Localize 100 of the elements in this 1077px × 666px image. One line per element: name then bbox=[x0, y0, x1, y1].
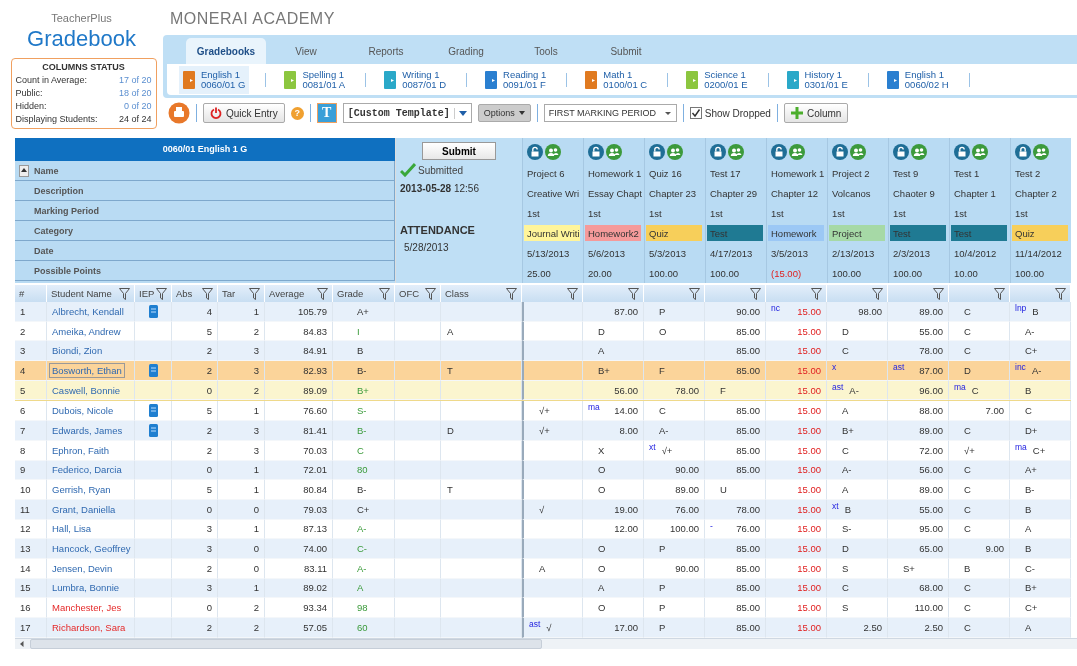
unlocked-lock-icon[interactable] bbox=[954, 143, 970, 160]
document-icon[interactable] bbox=[148, 363, 158, 377]
student-row[interactable]: 7 Edwards, James 2 3 81.41 B- D √+ 8.00 A- 85.00 15.00 B+ 89.00 C D+ bbox=[15, 421, 1071, 441]
student-name-link[interactable]: Grant, Daniella bbox=[50, 502, 118, 516]
table-cell[interactable]: A bbox=[598, 582, 605, 594]
table-cell[interactable]: 89.00 bbox=[919, 305, 943, 317]
unlocked-lock-icon[interactable] bbox=[832, 143, 848, 160]
table-cell[interactable]: √+ bbox=[539, 405, 550, 417]
table-cell[interactable]: 17.00 bbox=[614, 621, 638, 633]
table-cell[interactable]: A bbox=[539, 562, 546, 574]
table-cell[interactable]: S bbox=[842, 562, 849, 574]
table-cell[interactable]: √ bbox=[539, 503, 545, 515]
student-row[interactable]: 15 Lumbra, Bonnie 3 1 89.02 A A P 85.00 15.00 C 68.00 C B+ bbox=[15, 578, 1071, 599]
column-header[interactable]: Class bbox=[445, 288, 469, 299]
table-cell[interactable]: 85.00 bbox=[736, 444, 760, 456]
table-cell[interactable]: F bbox=[659, 364, 665, 376]
table-cell[interactable]: 15.00 bbox=[797, 444, 821, 456]
scroll-left-icon[interactable] bbox=[18, 639, 26, 648]
table-cell[interactable]: 56.00 bbox=[614, 384, 638, 396]
table-cell[interactable]: 85.00 bbox=[736, 464, 760, 476]
student-row[interactable]: 3 Biondi, Zion 2 3 84.91 B A 85.00 15.00 C 78.00 C C+ bbox=[15, 341, 1071, 362]
table-cell[interactable]: √ bbox=[546, 621, 552, 633]
table-cell[interactable]: P bbox=[659, 602, 666, 614]
table-cell[interactable]: O bbox=[598, 602, 606, 614]
table-cell[interactable]: A bbox=[842, 484, 849, 496]
filter-icon[interactable] bbox=[425, 287, 436, 300]
table-cell[interactable]: 19.00 bbox=[614, 503, 638, 515]
table-cell[interactable]: 56.00 bbox=[919, 464, 943, 476]
people-icon[interactable] bbox=[728, 143, 744, 160]
table-cell[interactable]: 15.00 bbox=[797, 464, 821, 476]
student-row[interactable]: 4 Bosworth, Ethan 2 3 82.93 B- T B+ F 85.00 15.00 x ast 87.00 D inc A- bbox=[15, 361, 1071, 381]
table-cell[interactable]: A bbox=[1025, 523, 1032, 535]
table-cell[interactable]: 89.00 bbox=[919, 484, 943, 496]
table-cell[interactable]: 15.00 bbox=[797, 543, 821, 555]
table-cell[interactable]: 15.00 bbox=[797, 582, 821, 594]
table-cell[interactable]: A bbox=[598, 345, 605, 357]
table-cell[interactable]: S- bbox=[842, 523, 852, 535]
student-name-link[interactable]: Jensen, Devin bbox=[50, 561, 115, 575]
document-icon[interactable] bbox=[148, 304, 158, 318]
table-cell[interactable]: 85.00 bbox=[736, 405, 760, 417]
table-cell[interactable]: 85.00 bbox=[736, 582, 760, 594]
table-cell[interactable]: A- bbox=[1025, 325, 1035, 337]
table-cell[interactable]: 89.00 bbox=[675, 484, 699, 496]
table-cell[interactable]: 85.00 bbox=[736, 543, 760, 555]
table-cell[interactable]: C+ bbox=[1025, 602, 1038, 614]
table-cell[interactable]: C bbox=[971, 384, 979, 396]
table-cell[interactable]: C bbox=[964, 602, 971, 614]
table-cell[interactable]: 89.00 bbox=[919, 424, 943, 436]
table-cell[interactable]: B bbox=[1032, 305, 1039, 317]
student-row[interactable]: 9 Federico, Darcia 0 1 72.01 80 O 90.00 85.00 15.00 A- 56.00 C A+ bbox=[15, 460, 1071, 481]
table-cell[interactable]: O bbox=[598, 562, 606, 574]
table-cell[interactable]: C bbox=[1025, 405, 1032, 417]
student-name-link[interactable]: Lumbra, Bonnie bbox=[50, 581, 122, 595]
student-row[interactable]: 16 Manchester, Jes 0 2 93.34 98 O P 85.00 15.00 S 110.00 C C+ bbox=[15, 598, 1071, 618]
filter-icon[interactable] bbox=[994, 287, 1005, 300]
table-cell[interactable]: B- bbox=[1025, 484, 1035, 496]
table-cell[interactable]: 95.00 bbox=[919, 523, 943, 535]
table-cell[interactable]: 85.00 bbox=[736, 364, 760, 376]
filter-icon[interactable] bbox=[689, 287, 700, 300]
table-cell[interactable]: B bbox=[1025, 384, 1032, 396]
student-name-link[interactable]: Ameika, Andrew bbox=[50, 324, 123, 338]
document-icon[interactable] bbox=[148, 404, 158, 418]
column-header[interactable]: # bbox=[19, 288, 25, 299]
table-cell[interactable]: B bbox=[1025, 543, 1032, 555]
table-cell[interactable]: 15.00 bbox=[797, 305, 821, 317]
people-icon[interactable] bbox=[850, 143, 866, 160]
document-icon[interactable] bbox=[148, 423, 158, 437]
filter-icon[interactable] bbox=[811, 287, 822, 300]
student-row[interactable]: 17 Richardson, Sara 2 2 57.05 60 ast √ 17.00 P 85.00 15.00 2.50 2.50 C A bbox=[15, 618, 1071, 638]
table-cell[interactable]: U bbox=[720, 484, 727, 496]
table-cell[interactable]: 15.00 bbox=[797, 424, 821, 436]
course-tab[interactable]: History 1 0301/01 E bbox=[782, 65, 852, 94]
filter-icon[interactable] bbox=[872, 287, 883, 300]
table-cell[interactable]: P bbox=[659, 582, 666, 594]
unlocked-lock-icon[interactable] bbox=[527, 143, 543, 160]
student-row[interactable]: 10 Gerrish, Ryan 5 1 80.84 B- T O 89.00 U 15.00 A 89.00 C B- bbox=[15, 480, 1071, 500]
table-cell[interactable]: P bbox=[659, 543, 666, 555]
table-cell[interactable]: B+ bbox=[842, 424, 854, 436]
table-cell[interactable]: 85.00 bbox=[736, 424, 760, 436]
table-cell[interactable]: B+ bbox=[598, 364, 610, 376]
table-cell[interactable]: C bbox=[964, 325, 971, 337]
table-cell[interactable]: A bbox=[1025, 621, 1032, 633]
course-tab[interactable]: English 1 0060/02 H bbox=[882, 65, 953, 94]
table-cell[interactable]: S bbox=[842, 602, 849, 614]
table-cell[interactable]: 76.00 bbox=[736, 523, 760, 535]
student-row[interactable]: 12 Hall, Lisa 3 1 87.13 A- 12.00 100.00 - 76.00 15.00 S- 95.00 C A bbox=[15, 519, 1071, 540]
table-cell[interactable]: √+ bbox=[661, 444, 673, 456]
table-cell[interactable]: 65.00 bbox=[919, 543, 943, 555]
student-name-link[interactable]: Federico, Darcia bbox=[50, 463, 124, 477]
student-row[interactable]: 11 Grant, Daniella 0 0 79.03 C+ √ 19.00 76.00 78.00 15.00 xt B 55.00 C B bbox=[15, 499, 1071, 520]
table-cell[interactable]: A- bbox=[1031, 364, 1042, 376]
table-cell[interactable]: 85.00 bbox=[736, 602, 760, 614]
table-cell[interactable]: 15.00 bbox=[797, 503, 821, 515]
course-tab[interactable]: Science 1 0200/01 E bbox=[682, 65, 752, 94]
table-cell[interactable]: C bbox=[964, 484, 971, 496]
student-name-link[interactable]: Hancock, Geoffrey bbox=[50, 542, 133, 556]
table-cell[interactable]: 15.00 bbox=[797, 405, 821, 417]
table-cell[interactable]: 15.00 bbox=[797, 562, 821, 574]
tab[interactable]: Reports bbox=[346, 38, 426, 64]
course-tab[interactable]: Writing 1 0087/01 D bbox=[380, 65, 450, 94]
